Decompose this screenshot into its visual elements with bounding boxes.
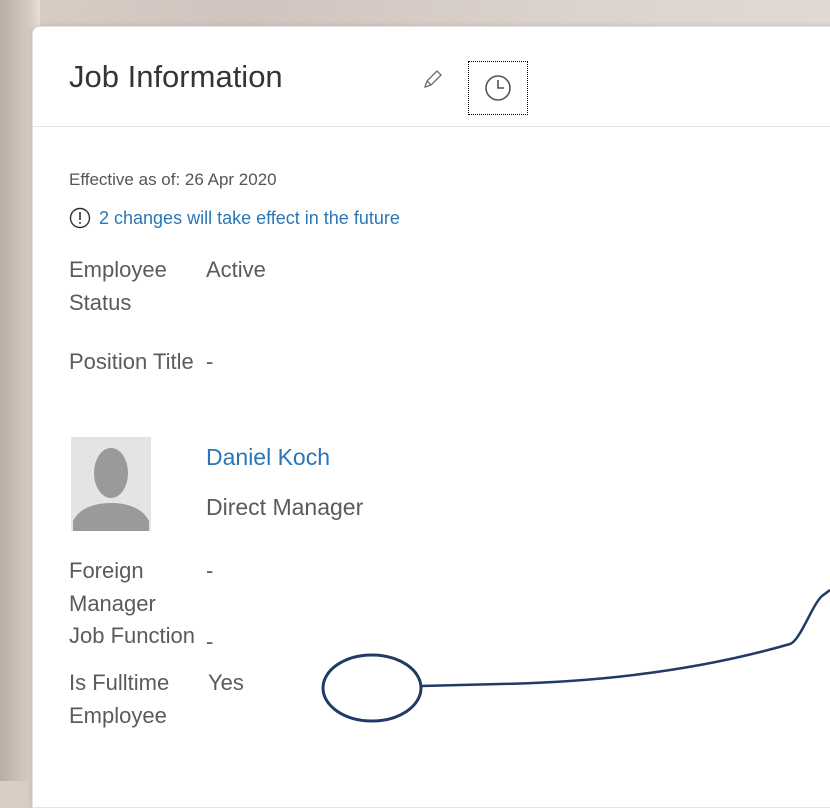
effective-date: Effective as of: 26 Apr 2020 — [69, 170, 277, 189]
is-fulltime-label: Is Fulltime Employee — [69, 670, 170, 728]
future-changes-link[interactable]: 2 changes will take effect in the future — [69, 206, 400, 230]
position-title-label: Position Title — [69, 349, 194, 374]
employee-status-label: Employee Status — [69, 257, 167, 315]
history-button[interactable] — [468, 61, 528, 115]
position-title-value: - — [206, 349, 214, 374]
exclamation-circle-icon — [69, 207, 91, 229]
card-header: Job Information — [33, 27, 830, 127]
manager-role: Direct Manager — [206, 494, 364, 520]
is-fulltime-value: Yes — [208, 670, 244, 695]
foreign-manager-value: - — [206, 558, 214, 583]
foreign-manager-label: Foreign Manager — [69, 558, 156, 616]
card-title: Job Information — [69, 59, 283, 94]
manager-name-link[interactable]: Daniel Koch — [206, 444, 330, 471]
job-function-label: Job Function — [69, 623, 195, 648]
job-information-card: Job Information Effective as of: 26 Apr … — [32, 26, 830, 808]
pencil-icon[interactable] — [421, 67, 445, 91]
employee-status-value: Active — [206, 257, 266, 282]
clock-icon — [485, 75, 511, 101]
person-silhouette-icon — [71, 437, 151, 531]
job-function-value: - — [206, 629, 214, 654]
future-changes-text[interactable]: 2 changes will take effect in the future — [99, 208, 400, 229]
